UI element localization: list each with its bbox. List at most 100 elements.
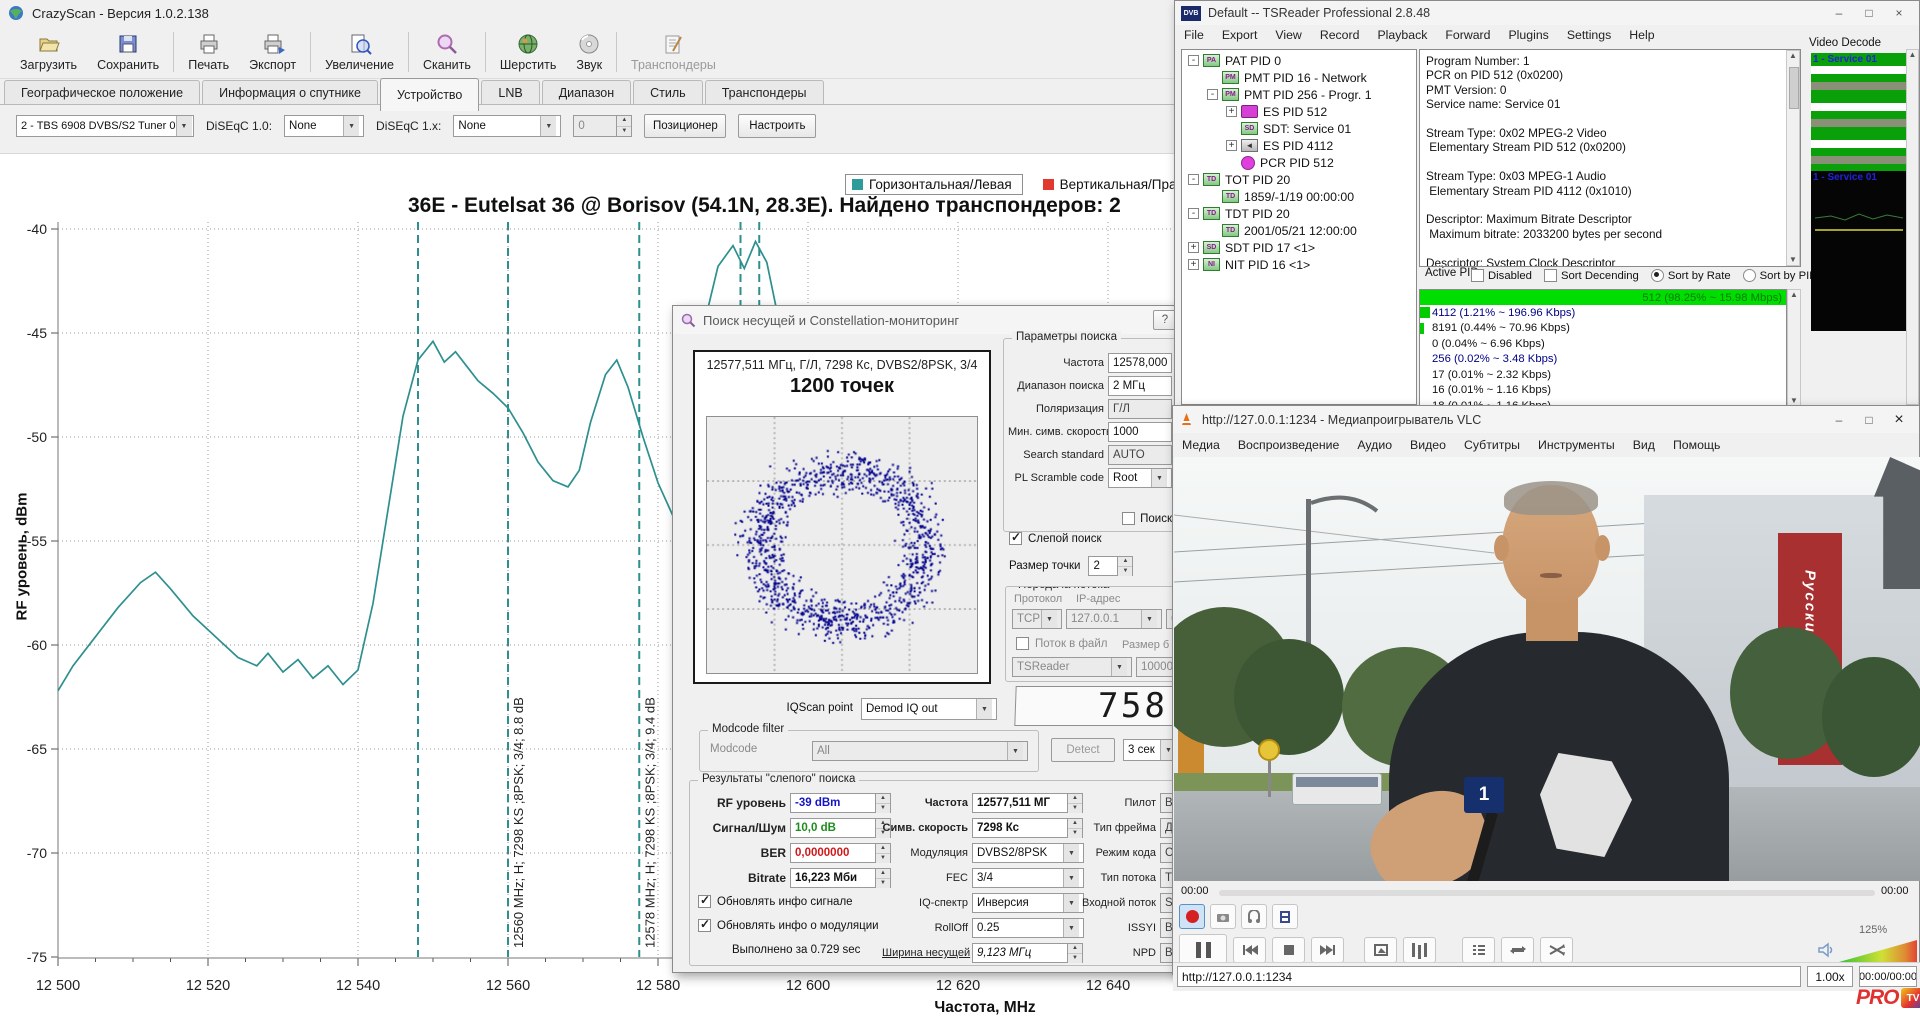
- update-signal-info-checkbox[interactable]: [698, 895, 711, 908]
- seek-slider[interactable]: [1219, 890, 1875, 896]
- field-Мин. симв. скорость[interactable]: 1000: [1108, 422, 1172, 442]
- previous-button[interactable]: [1233, 937, 1266, 963]
- maximize-button[interactable]: □: [1855, 411, 1883, 429]
- expand-icon[interactable]: +: [1226, 140, 1237, 151]
- pid-row[interactable]: 4112 (1.21% ~ 196.96 Kbps): [1420, 305, 1786, 321]
- tree-item[interactable]: +ES PID 512: [1184, 103, 1416, 120]
- menu-item-Воспроизведение[interactable]: Воспроизведение: [1229, 435, 1349, 455]
- field-Диапазон поиска[interactable]: 2 МГц: [1108, 376, 1172, 396]
- detect-button[interactable]: Detect: [1051, 738, 1115, 762]
- scan-button[interactable]: Сканить: [413, 26, 481, 78]
- tab-satinfo[interactable]: Информация о спутнике: [202, 80, 378, 104]
- tree-item[interactable]: +SDSDT PID 17 <1>: [1184, 239, 1416, 256]
- close-button[interactable]: ×: [1885, 411, 1913, 429]
- tree-item[interactable]: PCR PID 512: [1184, 154, 1416, 171]
- positioner-button[interactable]: Позиционер: [644, 114, 726, 138]
- radio-Sort by PID[interactable]: [1743, 269, 1756, 282]
- menu-item-Помощь[interactable]: Помощь: [1664, 435, 1730, 455]
- stream-to-file-checkbox[interactable]: [1016, 637, 1029, 650]
- pid-list-scrollbar[interactable]: ▲▼: [1787, 289, 1801, 407]
- field-RF уровень[interactable]: -39 dBm: [790, 793, 876, 813]
- ab-loop-button[interactable]: [1241, 904, 1267, 929]
- minimize-button[interactable]: –: [1825, 411, 1853, 429]
- record-button[interactable]: [1179, 904, 1205, 929]
- menu-item-Forward[interactable]: Forward: [1436, 25, 1499, 45]
- field-Поляризация[interactable]: Г/Л: [1108, 399, 1172, 419]
- shershit-button[interactable]: Шерстить: [490, 26, 567, 78]
- legend-item[interactable]: Горизонтальная/Левая: [845, 174, 1023, 195]
- collapse-icon[interactable]: -: [1207, 89, 1218, 100]
- blind-search-checkbox[interactable]: [1009, 532, 1022, 545]
- diseqc1x-select[interactable]: None ▼: [453, 115, 561, 137]
- tree-item[interactable]: TD1859/-1/19 00:00:00: [1184, 188, 1416, 205]
- update-modulation-info-checkbox[interactable]: [698, 919, 711, 932]
- pid-row[interactable]: 17 (0.01% ~ 2.32 Kbps): [1420, 367, 1786, 383]
- tree-item[interactable]: SDSDT: Service 01: [1184, 120, 1416, 137]
- loop-button[interactable]: [1501, 937, 1534, 963]
- playback-rate[interactable]: 1.00x: [1807, 966, 1853, 987]
- iqscan-select[interactable]: Demod IQ out▼: [861, 698, 997, 720]
- menu-item-Аудио[interactable]: Аудио: [1348, 435, 1401, 455]
- stepper[interactable]: ▲▼: [1068, 793, 1083, 813]
- field-Модуляция[interactable]: DVBS2/8PSK▼: [972, 843, 1084, 863]
- menu-item-Видео[interactable]: Видео: [1401, 435, 1455, 455]
- pid-row[interactable]: 0 (0.04% ~ 6.96 Kbps): [1420, 336, 1786, 352]
- menu-item-Инструменты[interactable]: Инструменты: [1529, 435, 1624, 455]
- pid-option[interactable]: Sort by PID: [1743, 269, 1818, 282]
- field-Search standard[interactable]: AUTO: [1108, 445, 1172, 465]
- pid-option[interactable]: Disabled: [1471, 269, 1532, 282]
- minimize-button[interactable]: –: [1825, 4, 1853, 22]
- snapshot-button[interactable]: [1210, 904, 1236, 929]
- frame-by-frame-button[interactable]: [1272, 904, 1298, 929]
- menu-item-Playback[interactable]: Playback: [1368, 25, 1436, 45]
- menu-item-Plugins[interactable]: Plugins: [1499, 25, 1557, 45]
- menu-item-Settings[interactable]: Settings: [1558, 25, 1620, 45]
- tab-lnb[interactable]: LNB: [481, 80, 539, 104]
- fullscreen-button[interactable]: [1364, 937, 1397, 963]
- collapse-icon[interactable]: -: [1188, 55, 1199, 66]
- tuner-select[interactable]: 2 - TBS 6908 DVBS/S2 Tuner 0 ▼: [16, 115, 194, 137]
- tree-item[interactable]: -TDTDT PID 20: [1184, 205, 1416, 222]
- tsreader-titlebar[interactable]: DVB Default -- TSReader Professional 2.8…: [1175, 1, 1919, 25]
- ip-select[interactable]: 127.0.0.1▼: [1066, 609, 1162, 629]
- expand-icon[interactable]: +: [1226, 106, 1237, 117]
- configure-button[interactable]: Настроить: [738, 114, 816, 138]
- field-FEC[interactable]: 3/4▼: [972, 868, 1084, 888]
- info-scrollbar[interactable]: ▲▼: [1786, 50, 1800, 266]
- print-button[interactable]: Печать: [178, 26, 239, 78]
- field-Частота[interactable]: 12577,511 МГ: [972, 793, 1068, 813]
- tree-item[interactable]: -PMPMT PID 256 - Progr. 1: [1184, 86, 1416, 103]
- menu-item-Медиа[interactable]: Медиа: [1173, 435, 1229, 455]
- position-stepper[interactable]: ▲▼: [617, 115, 632, 137]
- pid-option[interactable]: Sort by Rate: [1651, 269, 1731, 282]
- pid-row[interactable]: 8191 (0.44% ~ 70.96 Kbps): [1420, 321, 1786, 337]
- menu-item-Субтитры[interactable]: Субтитры: [1455, 435, 1529, 455]
- field-PL Scramble code[interactable]: Root▼: [1108, 468, 1172, 488]
- field-Частота[interactable]: 12578,000: [1108, 353, 1172, 373]
- diseqc10-select[interactable]: None ▼: [284, 115, 364, 137]
- tree-item[interactable]: PMPMT PID 16 - Network: [1184, 69, 1416, 86]
- position-input[interactable]: 0: [573, 115, 617, 137]
- tree-item[interactable]: +◄ES PID 4112: [1184, 137, 1416, 154]
- expand-icon[interactable]: +: [1188, 259, 1199, 270]
- menu-item-Export[interactable]: Export: [1213, 25, 1267, 45]
- settings-button[interactable]: [1403, 937, 1436, 963]
- field-Сигнал/Шум[interactable]: 10,0 dB: [790, 818, 876, 838]
- collapse-icon[interactable]: -: [1188, 174, 1199, 185]
- menu-item-File[interactable]: File: [1175, 25, 1213, 45]
- radio-Sort by Rate[interactable]: [1651, 269, 1664, 282]
- field-Ширина несущей[interactable]: 9,123 МГц: [972, 943, 1068, 963]
- stepper[interactable]: ▲▼: [1068, 818, 1083, 838]
- tab-geo[interactable]: Географическое положение: [4, 80, 200, 104]
- zoom-button[interactable]: Увеличение: [315, 26, 404, 78]
- modcode-select[interactable]: All▼: [812, 741, 1028, 761]
- tree-item[interactable]: TD2001/05/21 12:00:00: [1184, 222, 1416, 239]
- volume-slider[interactable]: [1839, 940, 1917, 962]
- pid-option[interactable]: Sort Decending: [1544, 269, 1639, 282]
- maximize-button[interactable]: □: [1855, 4, 1883, 22]
- tab-range[interactable]: Диапазон: [542, 80, 631, 104]
- decode-scrollbar[interactable]: ▲: [1906, 49, 1919, 405]
- sound-button[interactable]: Звук: [566, 26, 612, 78]
- search-checkbox[interactable]: [1122, 512, 1135, 525]
- tab-device[interactable]: Устройство: [380, 78, 479, 111]
